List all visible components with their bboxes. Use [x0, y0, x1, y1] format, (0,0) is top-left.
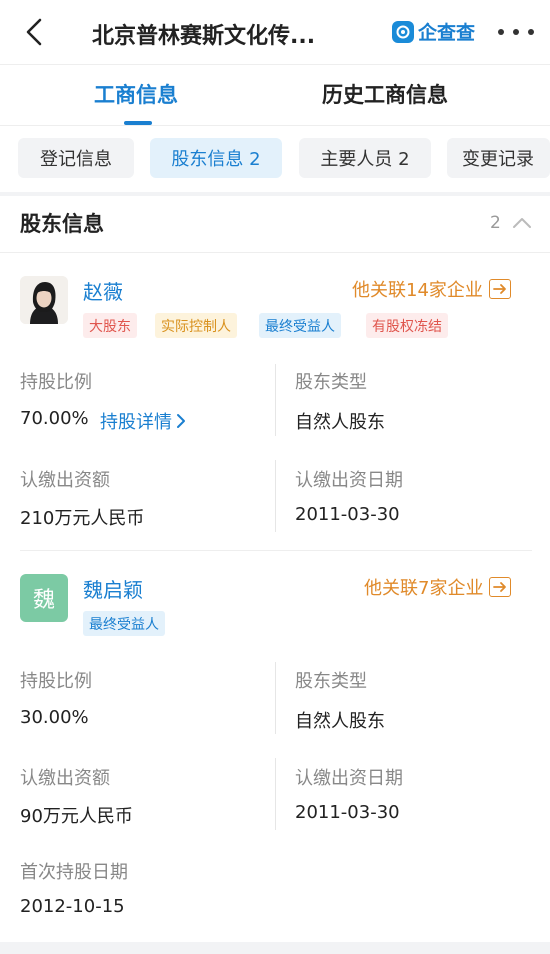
- related-companies-label: 他关联14家企业: [352, 280, 483, 301]
- arrow-right-box-icon: [489, 577, 512, 597]
- top-bar: 北京普林赛斯文化传... 企查查: [0, 0, 550, 64]
- ratio-label: 持股比例: [20, 372, 92, 393]
- tab-business-info[interactable]: 工商信息: [94, 79, 178, 109]
- type-value: 自然人股东: [295, 412, 385, 433]
- brand-name: 企查查: [418, 22, 476, 44]
- type-label: 股东类型: [295, 372, 367, 393]
- amount-value: 210万元人民币: [20, 508, 145, 529]
- more-dot-icon: [528, 29, 534, 35]
- related-companies-label: 他关联7家企业: [364, 578, 484, 599]
- ratio-value: 30.00%: [20, 707, 89, 728]
- ratio-value: 70.00%: [20, 408, 89, 429]
- arrow-right-box-icon: [488, 279, 511, 299]
- tag-ultimate-beneficiary: 最终受益人: [259, 313, 341, 338]
- tag-ultimate-beneficiary: 最终受益人: [83, 611, 165, 636]
- brand-logo: 企查查: [392, 18, 475, 45]
- tag-major-shareholder: 大股东: [83, 313, 137, 338]
- shareholder-name[interactable]: 赵薇: [83, 276, 123, 305]
- qichacha-logo-icon: [392, 20, 414, 43]
- chip-shareholders[interactable]: 股东信息 2: [150, 138, 282, 178]
- divider: [275, 758, 276, 830]
- filter-chips: 登记信息 股东信息 2 主要人员 2 变更记录: [0, 126, 550, 192]
- amount-label: 认缴出资额: [20, 768, 110, 789]
- holding-details-label: 持股详情: [100, 412, 172, 433]
- tab-history-business-info[interactable]: 历史工商信息: [322, 79, 448, 109]
- section-title: 股东信息: [20, 212, 104, 236]
- divider: [0, 192, 550, 196]
- collapse-button[interactable]: [512, 214, 532, 233]
- more-dot-icon: [498, 29, 504, 35]
- chevron-right-icon: [177, 414, 185, 428]
- back-button[interactable]: [18, 14, 50, 50]
- chip-registration[interactable]: 登记信息: [18, 138, 134, 178]
- chip-change-records[interactable]: 变更记录: [447, 138, 550, 178]
- date-label: 认缴出资日期: [295, 768, 403, 789]
- divider: [275, 460, 276, 532]
- date-value: 2011-03-30: [295, 504, 400, 525]
- page-title: 北京普林赛斯文化传...: [92, 24, 316, 49]
- section-count: 2: [490, 213, 501, 233]
- more-button[interactable]: [498, 22, 534, 42]
- avatar[interactable]: 魏: [20, 574, 68, 622]
- divider: [0, 942, 550, 954]
- divider: [275, 662, 276, 734]
- related-companies-link[interactable]: 他关联14家企业: [352, 276, 511, 302]
- type-value: 自然人股东: [295, 711, 385, 732]
- type-label: 股东类型: [295, 671, 367, 692]
- date-label: 认缴出资日期: [295, 470, 403, 491]
- amount-value: 90万元人民币: [20, 806, 133, 827]
- main-tabs: 工商信息 历史工商信息: [0, 64, 550, 126]
- divider: [0, 252, 550, 253]
- shareholder-name[interactable]: 魏启颖: [83, 574, 143, 603]
- tag-actual-controller: 实际控制人: [155, 313, 237, 338]
- first-holding-date-value: 2012-10-15: [20, 896, 125, 917]
- person-photo-icon: [20, 276, 68, 324]
- holding-details-link[interactable]: 持股详情: [100, 408, 186, 434]
- divider: [275, 364, 276, 436]
- date-value: 2011-03-30: [295, 802, 400, 823]
- divider: [20, 550, 532, 551]
- amount-label: 认缴出资额: [20, 470, 110, 491]
- related-companies-link[interactable]: 他关联7家企业: [364, 574, 512, 600]
- chip-key-personnel[interactable]: 主要人员 2: [299, 138, 431, 178]
- active-tab-indicator: [124, 121, 152, 125]
- tag-equity-frozen: 有股权冻结: [366, 313, 448, 338]
- chevron-up-icon: [513, 218, 531, 228]
- first-holding-date-label: 首次持股日期: [20, 862, 128, 883]
- avatar[interactable]: [20, 276, 68, 324]
- more-dot-icon: [513, 29, 519, 35]
- chevron-left-icon: [26, 18, 42, 46]
- ratio-label: 持股比例: [20, 671, 92, 692]
